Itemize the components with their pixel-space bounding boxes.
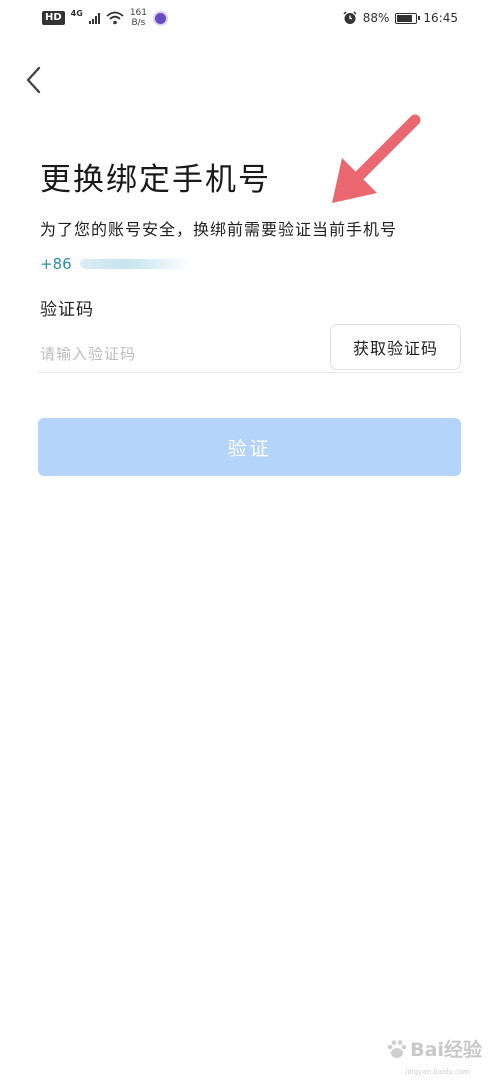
hd-badge: HD bbox=[42, 11, 65, 25]
paw-icon bbox=[387, 1039, 407, 1058]
verify-button[interactable]: 验证 bbox=[38, 418, 461, 476]
status-right: 88% 16:45 bbox=[343, 11, 458, 25]
app-notification-icon bbox=[153, 10, 168, 26]
speed-unit: B/s bbox=[131, 18, 146, 28]
wifi-icon bbox=[106, 11, 124, 25]
current-phone: +86 bbox=[40, 255, 190, 273]
signal-icon bbox=[88, 12, 100, 24]
subtitle: 为了您的账号安全，换绑前需要验证当前手机号 bbox=[40, 220, 398, 239]
annotation-arrow bbox=[332, 114, 421, 203]
battery-percent: 88% bbox=[362, 11, 390, 25]
network-type: 4G bbox=[70, 8, 83, 18]
network-speed: 161 B/s bbox=[130, 8, 147, 28]
watermark-sub: jingyan.baidu.com bbox=[405, 1068, 470, 1076]
battery-level bbox=[397, 14, 413, 22]
page-title: 更换绑定手机号 bbox=[40, 162, 271, 198]
get-code-button[interactable]: 获取验证码 bbox=[330, 324, 461, 370]
verification-code-input[interactable] bbox=[40, 340, 320, 368]
phone-prefix: +86 bbox=[40, 255, 72, 273]
chevron-left-icon[interactable] bbox=[22, 64, 46, 96]
watermark: Bai经验 bbox=[386, 1035, 482, 1062]
speed-value: 161 bbox=[129, 8, 147, 18]
status-left: HD 4G 161 B/s bbox=[42, 8, 168, 28]
input-underline bbox=[38, 372, 462, 373]
phone-number-masked bbox=[79, 259, 190, 269]
watermark-text: Bai经验 bbox=[410, 1039, 482, 1061]
code-label: 验证码 bbox=[40, 300, 94, 320]
clock: 16:45 bbox=[423, 11, 458, 25]
alarm-icon bbox=[343, 11, 357, 24]
battery-icon bbox=[395, 12, 421, 24]
status-bar: HD 4G 161 B/s 88% 16:45 bbox=[0, 0, 500, 40]
